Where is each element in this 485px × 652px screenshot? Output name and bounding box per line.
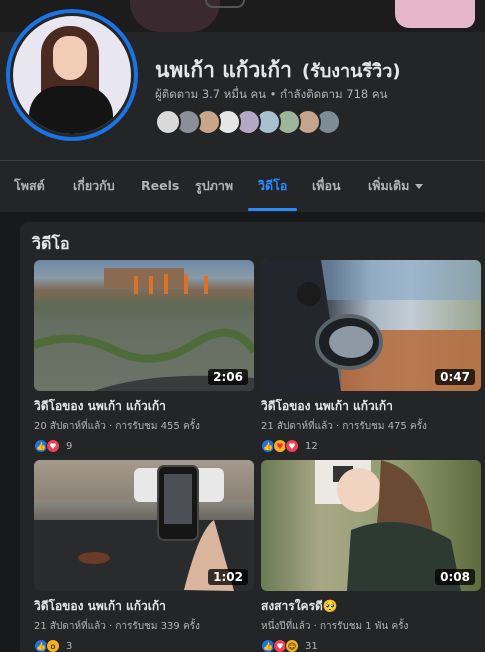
wow-icon: o [46, 639, 60, 652]
tab-photos[interactable]: รูปภาพ [195, 161, 233, 211]
video-thumbnail[interactable]: 0:47 [261, 260, 481, 391]
section-title: วิดีโอ [32, 234, 70, 253]
video-thumbnail[interactable]: 2:06 [34, 260, 254, 391]
tab-reels[interactable]: Reels [141, 161, 179, 211]
video-card[interactable]: 0:08 สงสารใครดี🥺 หนึ่งปีที่แล้ว · การรับ… [261, 460, 481, 652]
video-meta: 21 สัปดาห์ที่แล้ว · การรับชม 475 ครั้ง [261, 421, 427, 432]
video-thumbnail[interactable]: 1:02 [34, 460, 254, 591]
chevron-down-icon [415, 184, 424, 189]
profile-avatar[interactable] [6, 9, 138, 141]
reaction-count: 3 [66, 640, 73, 652]
video-title[interactable]: วิดีโอของ นพเก้า แก้วเก้า [261, 397, 481, 416]
reaction-count: 31 [305, 640, 318, 652]
reactions[interactable]: 👍 ♥ 9 [34, 438, 254, 454]
reactions[interactable]: 👍 o 3 [34, 638, 254, 652]
reaction-count: 12 [305, 440, 318, 452]
video-title[interactable]: วิดีโอของ นพเก้า แก้วเก้า [34, 397, 254, 416]
video-card[interactable]: 0:47 วิดีโอของ นพเก้า แก้วเก้า 21 สัปดาห… [261, 260, 481, 454]
friend-avatar[interactable] [155, 109, 181, 135]
video-meta: หนึ่งปีที่แล้ว · การรับชม 1 พัน ครั้ง [261, 621, 409, 632]
profile-nickname: (รับงานรีวิว) [301, 61, 401, 82]
video-duration: 0:08 [435, 569, 475, 585]
profile-name-text: นพเก้า แก้วเก้า [155, 58, 292, 82]
videos-panel: วิดีโอ 2:06 วิดีโอของ นพเก้า แก้วเก้า 20… [20, 222, 485, 652]
tab-posts[interactable]: โพสต์ [14, 161, 45, 211]
tab-about[interactable]: เกี่ยวกับ [73, 161, 115, 211]
video-duration: 0:47 [435, 369, 475, 385]
tab-friends[interactable]: เพื่อน [312, 161, 341, 211]
video-card[interactable]: 1:02 วิดีโอของ นพเก้า แก้วเก้า 21 สัปดาห… [34, 460, 254, 652]
video-duration: 2:06 [208, 369, 248, 385]
haha-icon: ☺ [285, 639, 299, 652]
video-thumbnail[interactable]: 0:08 [261, 460, 481, 591]
video-card[interactable]: 2:06 วิดีโอของ นพเก้า แก้วเก้า 20 สัปดาห… [34, 260, 254, 454]
reaction-count: 9 [66, 440, 73, 452]
profile-tabs: โพสต์ เกี่ยวกับ Reels รูปภาพ วิดีโอ เพื่… [0, 160, 485, 212]
profile-name: นพเก้า แก้วเก้า (รับงานรีวิว) [155, 54, 401, 87]
video-title[interactable]: สงสารใครดี🥺 [261, 597, 481, 616]
tab-more-label: เพิ่มเติม [368, 178, 410, 193]
followers-count[interactable]: ผู้ติดตาม 3.7 หมื่น คน • กำลังติดตาม 718… [155, 86, 387, 104]
video-meta: 20 สัปดาห์ที่แล้ว · การรับชม 455 ครั้ง [34, 421, 200, 432]
video-title[interactable]: วิดีโอของ นพเก้า แก้วเก้า [34, 597, 254, 616]
reactions[interactable]: 👍 ♥ ☺ 31 [261, 638, 481, 652]
tab-videos[interactable]: วิดีโอ [247, 161, 298, 211]
love-icon: ♥ [46, 439, 60, 453]
love-icon: ♥ [285, 439, 299, 453]
tab-more[interactable]: เพิ่มเติม [368, 161, 424, 211]
video-duration: 1:02 [208, 569, 248, 585]
video-meta: 21 สัปดาห์ที่แล้ว · การรับชม 339 ครั้ง [34, 621, 200, 632]
reactions[interactable]: 👍 ♥ ♥ 12 [261, 438, 481, 454]
